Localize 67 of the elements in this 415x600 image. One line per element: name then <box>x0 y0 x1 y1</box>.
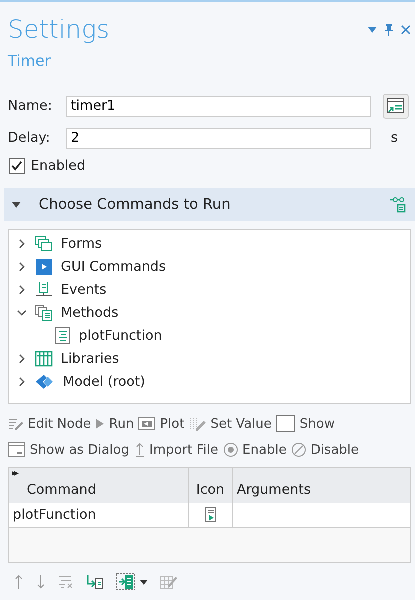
events-icon <box>35 282 53 298</box>
window-icon <box>276 415 296 433</box>
tree-item[interactable]: Forms <box>61 236 102 252</box>
insert-dropdown-button[interactable] <box>116 573 148 591</box>
field-label: Delay: <box>8 130 52 146</box>
add-to-list-icon[interactable] <box>86 574 104 590</box>
libraries-icon <box>35 350 53 366</box>
radio-icon <box>222 442 239 458</box>
toolbar-button[interactable]: Edit Node <box>8 413 92 435</box>
expander-icon[interactable] <box>17 262 27 272</box>
play-icon <box>95 418 106 430</box>
input-field[interactable]: timer1 <box>66 96 371 116</box>
plot-icon <box>138 417 156 431</box>
move-down-icon[interactable] <box>36 574 46 590</box>
tree-item[interactable]: Methods <box>61 304 119 320</box>
expander-icon[interactable] <box>17 308 27 318</box>
model-icon <box>35 374 55 390</box>
form-icon <box>387 98 405 114</box>
tree-item[interactable]: GUI Commands <box>61 258 166 274</box>
toolbar-button[interactable]: Run <box>95 413 134 435</box>
window-title: Settings <box>8 14 110 46</box>
tree-item[interactable]: Events <box>61 282 107 298</box>
forms-icon <box>35 236 53 252</box>
toolbar-button[interactable]: Import File <box>134 439 219 461</box>
set-value-icon <box>188 417 207 431</box>
toolbar-button[interactable]: Show <box>276 413 335 435</box>
tree-item[interactable]: Model (root) <box>63 374 146 390</box>
move-up-icon[interactable] <box>14 574 24 590</box>
toolbar-button[interactable]: Show as Dialog <box>8 439 130 461</box>
pin-icon[interactable] <box>385 24 393 36</box>
toolbar-button[interactable]: Set Value <box>188 413 272 435</box>
expand-columns-icon[interactable]: ▸▸ <box>12 469 18 479</box>
insert-icon <box>116 573 136 591</box>
column-header: Command <box>27 482 96 498</box>
play-icon <box>35 258 53 274</box>
expander-icon[interactable] <box>17 354 27 364</box>
toolbar-button[interactable]: Enable <box>222 439 287 461</box>
method-icon <box>55 326 71 344</box>
window-subtitle: Timer <box>8 52 52 70</box>
upload-icon <box>134 442 146 458</box>
expander-icon[interactable] <box>17 284 27 294</box>
unit-label: s <box>391 130 398 146</box>
column-header: Icon <box>189 468 233 503</box>
tree-item[interactable]: plotFunction <box>79 328 162 344</box>
methods-icon <box>35 304 53 320</box>
dropdown-icon[interactable] <box>368 27 377 33</box>
section-header[interactable]: Choose Commands to Run <box>4 188 415 221</box>
checkbox-label: Enabled <box>31 158 86 174</box>
tree-icon <box>389 196 407 214</box>
toolbar-button[interactable]: Plot <box>138 413 185 435</box>
field-label: Name: <box>8 98 54 114</box>
edit-icon <box>8 417 24 431</box>
form-button[interactable] <box>383 94 409 118</box>
input-field[interactable]: 2 <box>66 128 371 148</box>
expander-icon[interactable] <box>17 376 27 386</box>
disable-icon <box>290 442 307 458</box>
caret-icon <box>12 202 21 208</box>
toolbar-button[interactable]: Disable <box>290 439 360 461</box>
dialog-icon <box>8 442 26 458</box>
column-header: Arguments <box>236 481 312 500</box>
table-cell: plotFunction <box>9 503 189 527</box>
enabled-checkbox[interactable] <box>9 158 25 174</box>
tree-item[interactable]: Libraries <box>61 350 120 366</box>
close-icon[interactable] <box>401 25 411 35</box>
expander-icon[interactable] <box>17 238 27 248</box>
method-run-icon <box>204 507 216 523</box>
caret-icon <box>140 580 148 584</box>
